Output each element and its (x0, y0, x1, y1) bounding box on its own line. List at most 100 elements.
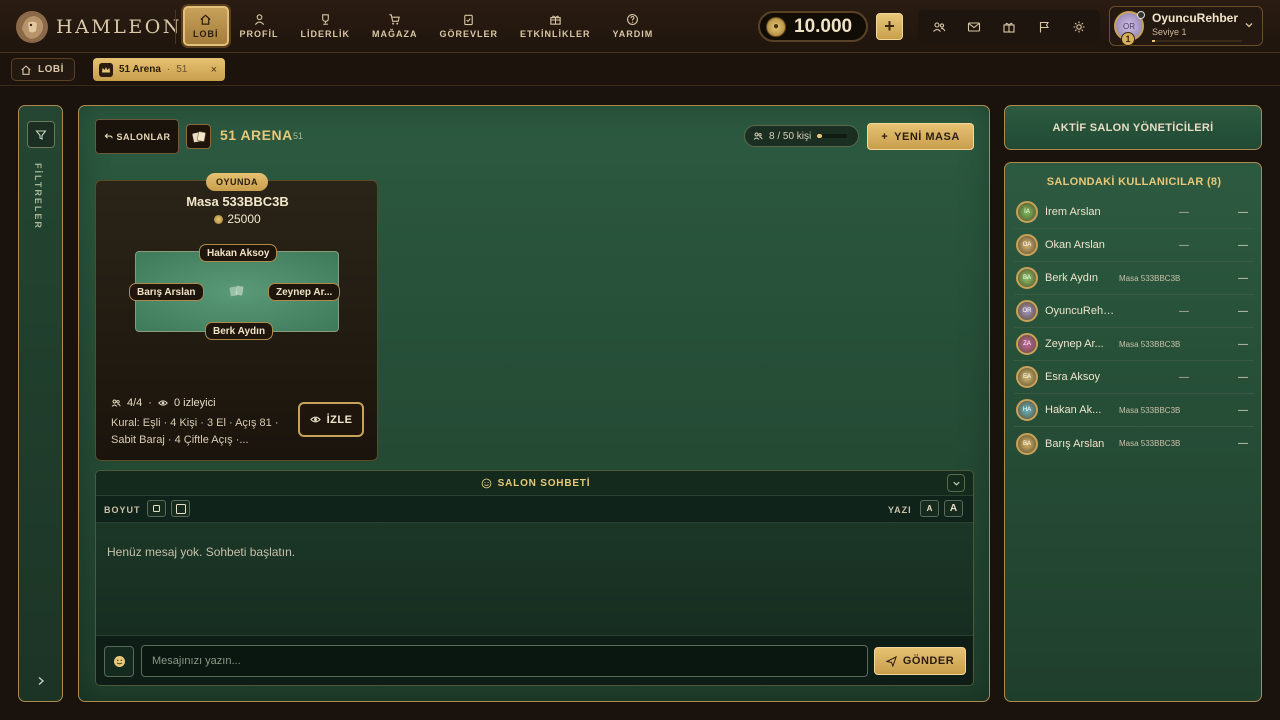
add-coins-button[interactable]: + (876, 13, 903, 40)
close-tab-button[interactable]: × (211, 64, 217, 76)
avatar: HA (1016, 399, 1038, 421)
gifts-button[interactable] (1001, 19, 1017, 35)
chat-empty-message: Henüz mesaj yok. Sohbeti başlatın. (107, 545, 296, 559)
users-title: SALONDAKİ KULLANICILAR (8) (1046, 176, 1222, 188)
new-table-label: YENİ MASA (894, 130, 960, 143)
xp-fill (1152, 39, 1155, 42)
tab-separator: · (166, 64, 171, 75)
coin-icon (214, 214, 224, 224)
list-item[interactable]: BA Berk Aydın Masa 533BBC3B — (1014, 262, 1254, 295)
size-small-button[interactable] (147, 500, 166, 517)
chat-header: SALON SOHBETİ (96, 471, 973, 496)
list-item[interactable]: HA Hakan Ak... Masa 533BBC3B — (1014, 394, 1254, 427)
salon-panel: SALONLAR 51 ARENA 51 8 / 50 kişi + YENİ … (78, 105, 990, 702)
xp-bar (1152, 39, 1242, 42)
new-table-button[interactable]: + YENİ MASA (867, 123, 974, 150)
settings-button[interactable] (1071, 19, 1087, 35)
home-icon (200, 14, 211, 25)
main-nav: LOBİ PROFİL LİDERLİK MAĞAZA GÖREVLER ETK… (183, 6, 664, 46)
list-item[interactable]: OR OyuncuRehber — — (1014, 295, 1254, 328)
seat-bottom: Berk Aydın (205, 322, 274, 340)
user-name: Barış Arslan (1045, 437, 1105, 450)
nav-lobby-label: LOBİ (193, 29, 219, 39)
table-name: Masa 533BBC3B (186, 194, 289, 209)
report-button[interactable] (1036, 19, 1052, 35)
breadcrumb-lobby-button[interactable]: LOBİ (11, 58, 75, 81)
back-to-salons-button[interactable]: SALONLAR (95, 119, 179, 154)
nav-quests[interactable]: GÖREVLER (429, 6, 510, 46)
list-item[interactable]: İA İrem Arslan — — (1014, 196, 1254, 229)
settings-icon (1073, 21, 1085, 32)
capacity-fill (817, 134, 823, 138)
filter-icon (35, 129, 47, 140)
lion-logo-icon (16, 11, 48, 43)
list-item[interactable]: ZA Zeynep Ar... Masa 533BBC3B — (1014, 328, 1254, 361)
capacity-bar (817, 134, 848, 138)
separator: · (148, 397, 152, 409)
list-item[interactable]: BA Barış Arslan Masa 533BBC3B — (1014, 427, 1254, 460)
nav-store[interactable]: MAĞAZA (361, 6, 429, 46)
cards-icon (229, 285, 244, 297)
nav-help[interactable]: YARDIM (602, 6, 665, 46)
list-item[interactable]: EA Esra Aksoy — — (1014, 361, 1254, 394)
coin-balance: ● 10.000 (758, 11, 868, 42)
header-icon-group (918, 10, 1100, 43)
salon-chat: SALON SOHBETİ BOYUT YAZI A A Henüz mesaj… (95, 470, 974, 686)
friends-button[interactable] (931, 19, 947, 35)
back-arrow-icon (104, 133, 113, 139)
user-name: İrem Arslan (1045, 206, 1101, 218)
back-button-label: SALONLAR (116, 131, 171, 142)
seat-right: Zeynep Ar... (268, 283, 341, 301)
active-admins-panel[interactable]: AKTİF SALON YÖNETİCİLERİ (1004, 105, 1262, 150)
crown-icon (99, 62, 113, 77)
smile-icon (481, 478, 492, 488)
font-small-button[interactable]: A (920, 500, 939, 517)
nav-lobby[interactable]: LOBİ (183, 6, 229, 46)
watch-button[interactable]: İZLE (298, 402, 364, 437)
home-icon (21, 64, 31, 75)
chevron-right-icon[interactable] (36, 675, 46, 687)
logo[interactable]: HAMLEON (14, 9, 182, 45)
emoji-button[interactable] (104, 646, 134, 677)
user-action: — (1238, 206, 1248, 218)
table-stats: 4/4 · 0 izleyici (111, 397, 216, 409)
status-badge: OYUNDA (206, 173, 268, 191)
send-button[interactable]: GÖNDER (874, 647, 966, 675)
cart-icon (389, 14, 401, 25)
chat-message-input[interactable] (141, 645, 868, 677)
flag-icon (1039, 21, 1049, 32)
avatar: BA (1016, 432, 1038, 455)
avatar-initials: OR (1123, 21, 1135, 31)
chevron-down-icon (952, 481, 960, 486)
table-rules: Kural: Eşli · 4 Kişi · 3 El · Açış 81 · … (111, 417, 279, 446)
user-name: Esra Aksoy (1045, 371, 1101, 383)
coin-amount: 10.000 (794, 15, 853, 37)
nav-events[interactable]: ETKİNLİKLER (509, 6, 602, 46)
user-status: — (1179, 305, 1189, 317)
nav-quests-label: GÖREVLER (439, 29, 499, 39)
collapse-chat-button[interactable] (947, 474, 965, 492)
table-card: OYUNDA Masa 533BBC3B 25000 Hakan Aksoy B… (95, 173, 378, 461)
profile-menu[interactable]: OR 1 OyuncuRehber Seviye 1 (1109, 6, 1263, 46)
level-badge: 1 (1121, 32, 1135, 46)
list-item[interactable]: OA Okan Arslan — — (1014, 229, 1254, 262)
user-name: OyuncuRehber (1045, 305, 1115, 317)
avatar: İA (1016, 201, 1038, 223)
user-action: — (1238, 338, 1248, 350)
nav-profile-label: PROFİL (239, 29, 279, 39)
size-large-button[interactable] (171, 500, 190, 517)
tab-51-arena[interactable]: 51 Arena · 51 × (93, 58, 225, 81)
font-label: YAZI (888, 505, 912, 515)
emoji-icon (113, 656, 125, 667)
nav-profile[interactable]: PROFİL (229, 6, 290, 46)
user-status: — (1179, 371, 1189, 383)
filter-button[interactable] (27, 121, 55, 148)
nav-leaderboard-label: LİDERLİK (300, 29, 350, 39)
font-large-button[interactable]: A (944, 500, 963, 517)
page-title: 51 ARENA (220, 127, 293, 143)
avatar: OR (1016, 300, 1038, 322)
capacity-indicator: 8 / 50 kişi (744, 125, 859, 147)
nav-leaderboard[interactable]: LİDERLİK (290, 6, 362, 46)
gift-icon (1003, 22, 1015, 33)
mail-button[interactable] (966, 19, 982, 35)
